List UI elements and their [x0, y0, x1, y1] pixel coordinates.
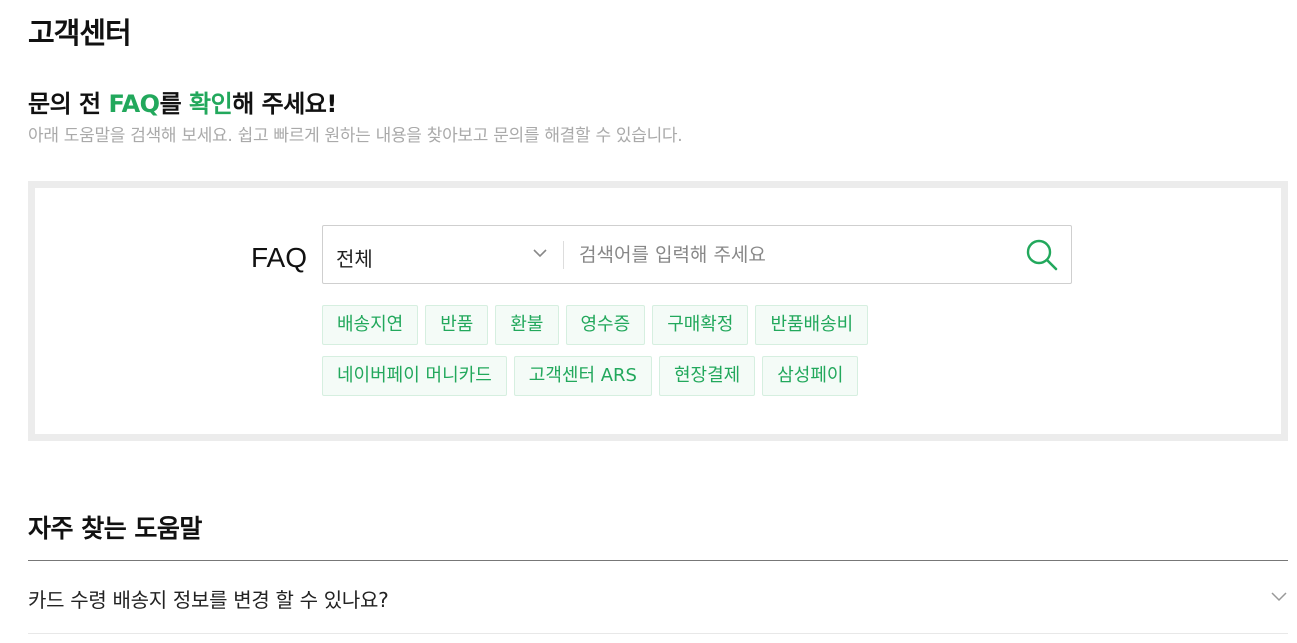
- tag-button[interactable]: 반품: [425, 305, 489, 345]
- category-select-value: 전체: [336, 247, 373, 271]
- faq-search-box: FAQ 전체 배송지연 반품 환불 영수증 구매확정 반품배송비 네이버페이 머…: [28, 181, 1288, 441]
- headline-text-post: 해 주세요!: [232, 90, 337, 118]
- tag-button[interactable]: 삼성페이: [762, 356, 859, 396]
- tag-button[interactable]: 구매확정: [652, 305, 749, 345]
- headline-accent-check: 확인: [189, 90, 233, 118]
- faq-list-item[interactable]: 카드 수령 배송지 정보를 변경 할 수 있나요?: [28, 561, 1288, 634]
- chevron-down-icon: [533, 249, 547, 258]
- tag-row: 배송지연 반품 환불 영수증 구매확정 반품배송비: [322, 305, 1022, 345]
- headline-text-pre: 문의 전: [28, 90, 109, 118]
- intro-headline: 문의 전 FAQ를 확인해 주세요!: [28, 84, 337, 119]
- tag-row: 네이버페이 머니카드 고객센터 ARS 현장결제 삼성페이: [322, 356, 1022, 396]
- tag-button[interactable]: 환불: [495, 305, 559, 345]
- chevron-down-icon: [1271, 592, 1287, 602]
- faq-search-label: FAQ: [251, 242, 308, 273]
- faq-section-title: 자주 찾는 도움말: [28, 514, 202, 543]
- search-icon[interactable]: [1025, 238, 1059, 272]
- tag-button[interactable]: 현장결제: [658, 356, 756, 396]
- search-input[interactable]: [577, 237, 1001, 273]
- search-field: 전체: [322, 225, 1072, 284]
- intro-subtext: 아래 도움말을 검색해 보세요. 쉽고 빠르게 원하는 내용을 찾아보고 문의를…: [28, 126, 683, 146]
- tag-button[interactable]: 영수증: [565, 305, 646, 345]
- category-select[interactable]: 전체: [323, 226, 563, 283]
- headline-accent-faq: FAQ: [108, 90, 160, 118]
- tag-button[interactable]: 배송지연: [322, 305, 419, 345]
- tag-button[interactable]: 네이버페이 머니카드: [322, 356, 507, 396]
- faq-question: 카드 수령 배송지 정보를 변경 할 수 있나요?: [28, 588, 389, 612]
- select-divider: [563, 241, 564, 269]
- tag-button[interactable]: 고객센터 ARS: [513, 356, 652, 396]
- tag-button[interactable]: 반품배송비: [755, 305, 869, 345]
- quick-tags: 배송지연 반품 환불 영수증 구매확정 반품배송비 네이버페이 머니카드 고객센…: [322, 305, 1022, 407]
- page-title: 고객센터: [28, 16, 132, 50]
- headline-text-mid: 를: [159, 90, 190, 118]
